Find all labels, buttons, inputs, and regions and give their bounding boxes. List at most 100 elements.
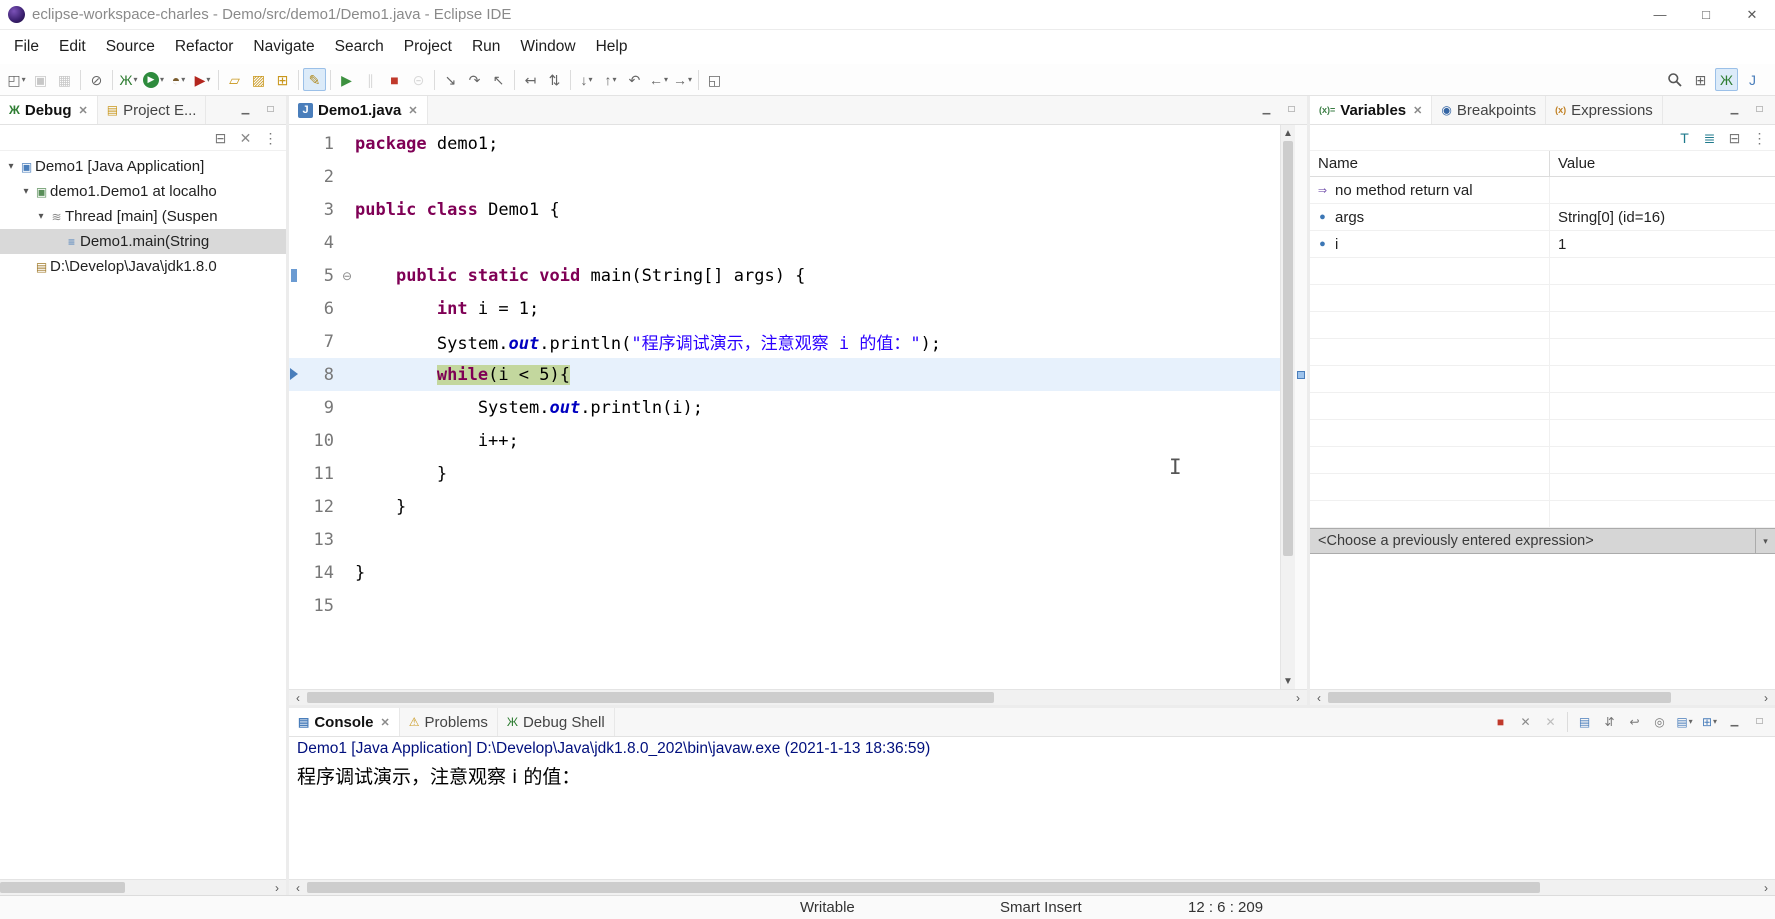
minimize-window-button[interactable]: —	[1637, 0, 1683, 29]
line-number[interactable]: 2	[299, 167, 339, 187]
perspective-debug-button[interactable]: Ж	[1715, 68, 1738, 91]
scrollbar-thumb[interactable]	[0, 882, 125, 893]
collapse-all-button[interactable]: ⊟	[1723, 126, 1746, 149]
line-number[interactable]: 1	[299, 134, 339, 154]
code-line-text[interactable]: package demo1;	[355, 134, 1307, 154]
left-ruler[interactable]	[289, 325, 299, 358]
variable-empty-row[interactable]	[1310, 447, 1775, 474]
debug-tree-item[interactable]: ≡Demo1.main(String	[0, 229, 286, 254]
code-line[interactable]: 9 System.out.println(i);	[289, 391, 1307, 424]
debug-panel-maximize-button[interactable]: □	[259, 99, 282, 122]
left-ruler[interactable]	[289, 490, 299, 523]
overview-ruler[interactable]	[1295, 125, 1307, 689]
line-number[interactable]: 3	[299, 200, 339, 220]
collapse-all-button[interactable]: ⊟	[209, 126, 232, 149]
scrollbar-thumb[interactable]	[1283, 141, 1293, 556]
open-perspective-button[interactable]: ⊞	[1689, 68, 1712, 91]
line-number[interactable]: 15	[299, 596, 339, 616]
open-type-button[interactable]: ▨	[247, 68, 270, 91]
dropdown-arrow-icon[interactable]: ▾	[22, 76, 26, 84]
word-wrap-button[interactable]: ↩	[1623, 711, 1646, 734]
view-menu-button[interactable]: ⋮	[1748, 126, 1771, 149]
step-return-button[interactable]: ↖	[487, 68, 510, 91]
code-line[interactable]: 8 while(i < 5){	[289, 358, 1307, 391]
menu-item-project[interactable]: Project	[394, 33, 462, 61]
remove-all-launches-button[interactable]: ✕	[1539, 711, 1562, 734]
variable-empty-row[interactable]	[1310, 501, 1775, 528]
variables-panel-minimize-button[interactable]: ▁	[1723, 99, 1746, 122]
new-java-project-button[interactable]: ▱	[223, 68, 246, 91]
scroll-up-arrow-icon[interactable]: ▲	[1283, 125, 1293, 141]
menu-item-search[interactable]: Search	[325, 33, 394, 61]
line-number[interactable]: 4	[299, 233, 339, 253]
debug-tree-item[interactable]: ▾▣demo1.Demo1 at localho	[0, 179, 286, 204]
console-output[interactable]: Demo1 [Java Application] D:\Develop\Java…	[289, 737, 1775, 879]
code-line-text[interactable]: public static void main(String[] args) {	[355, 266, 1307, 286]
chevron-down-icon[interactable]: ▾	[34, 211, 48, 222]
variable-row[interactable]: ⇒no method return val	[1310, 177, 1775, 204]
left-ruler[interactable]	[289, 127, 299, 160]
line-number[interactable]: 5	[299, 266, 339, 286]
back-button[interactable]: ←▾	[647, 68, 670, 91]
search-button[interactable]	[1663, 68, 1686, 91]
open-console-button[interactable]: ⊞▾	[1698, 711, 1721, 734]
step-into-button[interactable]: ↘	[439, 68, 462, 91]
scrollbar-track[interactable]	[0, 880, 268, 895]
tab-debug-shell[interactable]: ЖDebug Shell	[498, 708, 615, 736]
code-line-text[interactable]: }	[355, 563, 1307, 583]
left-ruler[interactable]	[289, 556, 299, 589]
maximize-window-button[interactable]: □	[1683, 0, 1729, 29]
tab-demo1-java[interactable]: JDemo1.java✕	[289, 96, 428, 124]
tab-variables[interactable]: (x)=Variables✕	[1310, 96, 1432, 124]
scroll-right-arrow-icon[interactable]: ›	[268, 881, 286, 895]
dropdown-arrow-icon[interactable]: ▾	[206, 76, 210, 84]
variable-empty-row[interactable]	[1310, 474, 1775, 501]
scroll-down-arrow-icon[interactable]: ▼	[1283, 673, 1293, 689]
resume-button[interactable]: ▶	[335, 68, 358, 91]
step-over-button[interactable]: ↷	[463, 68, 486, 91]
left-ruler[interactable]	[289, 358, 299, 391]
line-number[interactable]: 6	[299, 299, 339, 319]
display-selected-console-button[interactable]: ▤▾	[1673, 711, 1696, 734]
left-ruler[interactable]	[289, 292, 299, 325]
tab-project-e[interactable]: ▤Project E...	[98, 96, 207, 124]
variable-empty-row[interactable]	[1310, 420, 1775, 447]
debug-panel-minimize-button[interactable]: ▁	[234, 99, 257, 122]
scroll-left-arrow-icon[interactable]: ‹	[289, 881, 307, 895]
fold-collapse-icon[interactable]: ⊖	[342, 269, 352, 283]
close-icon[interactable]: ✕	[1413, 104, 1422, 117]
tab-breakpoints[interactable]: ◉Breakpoints	[1432, 96, 1546, 124]
tab-expressions[interactable]: (x)Expressions	[1546, 96, 1663, 124]
dropdown-arrow-icon[interactable]: ▾	[181, 76, 185, 84]
left-ruler[interactable]	[289, 193, 299, 226]
run-button[interactable]: ▶▾	[141, 68, 166, 91]
variable-row[interactable]: ●i1	[1310, 231, 1775, 258]
code-line[interactable]: 13	[289, 523, 1307, 556]
pin-console-button[interactable]: ◎	[1648, 711, 1671, 734]
line-number[interactable]: 10	[299, 431, 339, 451]
code-line-text[interactable]: while(i < 5){	[355, 365, 1307, 385]
dropdown-arrow-icon[interactable]: ▾	[133, 76, 137, 84]
clear-console-button[interactable]: ▤	[1573, 711, 1596, 734]
show-logical-structures-button[interactable]: ≣	[1698, 126, 1721, 149]
column-header-name[interactable]: Name	[1310, 151, 1550, 176]
close-icon[interactable]: ✕	[79, 104, 88, 117]
coverage-button[interactable]: ◓▾	[167, 68, 190, 91]
code-line[interactable]: 12 }	[289, 490, 1307, 523]
scrollbar-track[interactable]	[307, 690, 1289, 705]
close-icon[interactable]: ✕	[408, 104, 417, 117]
chevron-down-icon[interactable]: ▾	[19, 186, 33, 197]
code-line[interactable]: 1 package demo1;	[289, 127, 1307, 160]
debug-button[interactable]: Ж▾	[117, 68, 140, 91]
code-line-text[interactable]: }	[355, 464, 1307, 484]
menu-item-file[interactable]: File	[4, 33, 49, 61]
line-number[interactable]: 7	[299, 332, 339, 352]
scroll-left-arrow-icon[interactable]: ‹	[289, 691, 307, 705]
console-panel-maximize-button[interactable]: □	[1748, 711, 1771, 734]
variable-empty-row[interactable]	[1310, 366, 1775, 393]
line-number[interactable]: 14	[299, 563, 339, 583]
left-ruler[interactable]	[289, 523, 299, 556]
terminate-button[interactable]: ■	[1489, 711, 1512, 734]
code-line-text[interactable]: System.out.println(i);	[355, 398, 1307, 418]
menu-item-navigate[interactable]: Navigate	[243, 33, 324, 61]
